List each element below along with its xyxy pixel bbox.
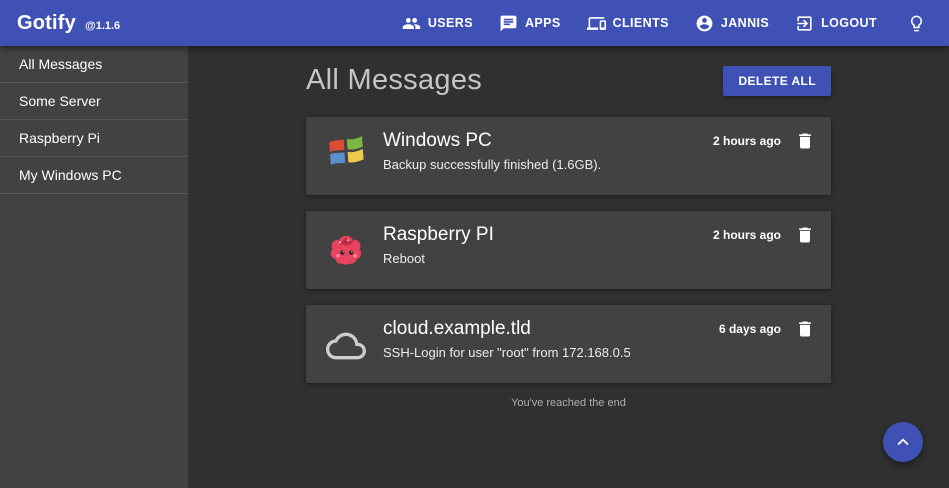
nav-account-button[interactable]: JANNIS xyxy=(682,6,782,41)
lightbulb-icon xyxy=(907,14,926,33)
chat-icon xyxy=(499,14,518,33)
scroll-to-top-button[interactable] xyxy=(883,422,923,462)
message-text: cloud.example.tld SSH-Login for user "ro… xyxy=(383,319,719,369)
cloud-icon xyxy=(326,321,366,361)
message-timestamp: 2 hours ago xyxy=(713,134,781,148)
message-body: Reboot xyxy=(383,251,713,267)
trash-icon xyxy=(795,319,815,339)
app-version: @1.1.6 xyxy=(85,20,120,32)
trash-icon xyxy=(795,131,815,151)
nav-clients-button[interactable]: CLIENTS xyxy=(574,6,682,41)
layout: All Messages Some Server Raspberry Pi My… xyxy=(0,46,949,488)
account-circle-icon xyxy=(695,14,714,33)
page-title: All Messages xyxy=(306,64,482,97)
message-card: Raspberry PI Reboot 2 hours ago xyxy=(306,211,831,289)
nav-users-label: USERS xyxy=(428,16,473,30)
message-title: cloud.example.tld xyxy=(383,319,719,339)
sidebar-item-all-messages[interactable]: All Messages xyxy=(0,46,188,83)
message-timestamp: 2 hours ago xyxy=(713,228,781,242)
main-area: All Messages DELETE ALL Windows PC Backu… xyxy=(188,46,949,488)
sidebar-item-raspberry-pi[interactable]: Raspberry Pi xyxy=(0,120,188,157)
raspberry-icon xyxy=(326,227,366,267)
delete-message-button[interactable] xyxy=(795,225,815,245)
users-icon xyxy=(402,14,421,33)
content-header: All Messages DELETE ALL xyxy=(306,64,831,97)
trash-icon xyxy=(795,225,815,245)
message-card: cloud.example.tld SSH-Login for user "ro… xyxy=(306,305,831,383)
message-meta: 6 days ago xyxy=(719,319,815,369)
sidebar-item-some-server[interactable]: Some Server xyxy=(0,83,188,120)
nav-apps-button[interactable]: APPS xyxy=(486,6,574,41)
message-meta: 2 hours ago xyxy=(713,131,815,181)
delete-all-button[interactable]: DELETE ALL xyxy=(723,66,831,96)
devices-icon xyxy=(587,14,606,33)
delete-message-button[interactable] xyxy=(795,319,815,339)
nav-apps-label: APPS xyxy=(525,16,561,30)
nav-account-label: JANNIS xyxy=(721,16,769,30)
message-body: SSH-Login for user "root" from 172.168.0… xyxy=(383,345,719,361)
message-text: Raspberry PI Reboot xyxy=(383,225,713,275)
app-title: Gotify xyxy=(17,12,76,35)
content-column: All Messages DELETE ALL Windows PC Backu… xyxy=(306,46,831,409)
end-of-list-text: You've reached the end xyxy=(306,397,831,409)
nav-clients-label: CLIENTS xyxy=(613,16,669,30)
message-text: Windows PC Backup successfully finished … xyxy=(383,131,713,181)
nav-users-button[interactable]: USERS xyxy=(389,6,486,41)
message-title: Raspberry PI xyxy=(383,225,713,245)
message-title: Windows PC xyxy=(383,131,713,151)
sidebar-item-my-windows-pc[interactable]: My Windows PC xyxy=(0,157,188,194)
nav-logout-button[interactable]: LOGOUT xyxy=(782,6,890,41)
message-card: Windows PC Backup successfully finished … xyxy=(306,117,831,195)
nav-logout-label: LOGOUT xyxy=(821,16,877,30)
brand: Gotify @1.1.6 xyxy=(17,12,120,35)
theme-toggle-button[interactable] xyxy=(898,6,935,41)
sidebar: All Messages Some Server Raspberry Pi My… xyxy=(0,46,188,488)
appbar-nav: USERS APPS CLIENTS JANNIS LOGOUT xyxy=(389,6,935,41)
chevron-up-icon xyxy=(892,431,914,453)
message-timestamp: 6 days ago xyxy=(719,322,781,336)
message-meta: 2 hours ago xyxy=(713,225,815,275)
message-body: Backup successfully finished (1.6GB). xyxy=(383,157,713,173)
delete-message-button[interactable] xyxy=(795,131,815,151)
windows-logo-icon xyxy=(326,133,366,173)
appbar: Gotify @1.1.6 USERS APPS CLIENTS JANNIS … xyxy=(0,0,949,46)
logout-icon xyxy=(795,14,814,33)
